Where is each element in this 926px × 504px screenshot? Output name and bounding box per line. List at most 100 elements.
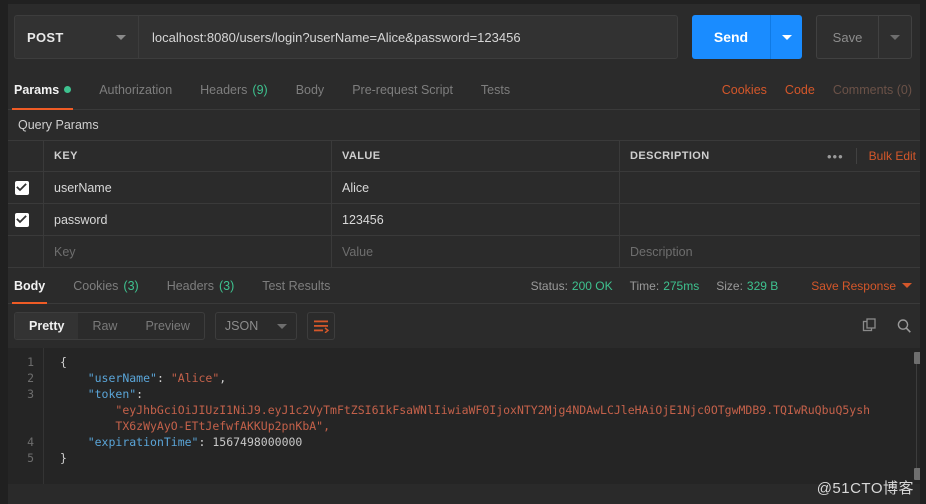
empty-key-placeholder: Key <box>54 244 76 259</box>
response-format-label: JSON <box>224 319 259 333</box>
tab-params-label: Params <box>14 82 60 97</box>
response-format-dropdown[interactable]: JSON <box>214 312 297 340</box>
tab-tests-label: Tests <box>480 82 511 97</box>
copy-button[interactable] <box>862 318 878 334</box>
chevron-down-icon <box>116 34 126 40</box>
time-badge: Time: 275ms <box>630 279 700 293</box>
token-key: "token" <box>87 387 137 401</box>
response-tab-cookies[interactable]: Cookies (3) <box>73 268 153 303</box>
header-description-cell: DESCRIPTION ••• Bulk Edit <box>620 141 926 171</box>
row-checkbox[interactable] <box>14 180 29 195</box>
tab-params[interactable]: Params <box>11 70 86 110</box>
url-text: localhost:8080/users/login?userName=Alic… <box>152 29 521 45</box>
header-description-label: DESCRIPTION <box>630 150 710 162</box>
status-value: 200 OK <box>571 278 613 293</box>
row-checkbox[interactable] <box>14 212 29 227</box>
close-brace: } <box>60 451 67 465</box>
tab-tests[interactable]: Tests <box>481 70 525 109</box>
view-mode-raw[interactable]: Raw <box>78 313 131 339</box>
scrollbar-track <box>916 362 917 470</box>
response-tab-headers[interactable]: Headers (3) <box>167 268 250 303</box>
code-line-5: } <box>60 450 926 466</box>
divider <box>855 148 857 164</box>
send-options-button[interactable] <box>770 15 802 59</box>
copy-icon <box>862 318 876 332</box>
empty-value-placeholder: Value <box>342 244 374 259</box>
row-key-cell[interactable]: password <box>44 204 332 235</box>
save-response-button[interactable]: Save Response <box>811 279 912 293</box>
row-value-cell[interactable]: Alice <box>332 172 620 203</box>
tab-pre-request-script[interactable]: Pre-request Script <box>352 70 468 109</box>
cookies-link[interactable]: Cookies <box>722 70 767 109</box>
send-button[interactable]: Send <box>692 15 770 59</box>
table-row-empty: Key Value Description <box>0 236 926 268</box>
tab-headers-count: (9) <box>252 82 268 97</box>
view-mode-pretty[interactable]: Pretty <box>15 313 79 339</box>
save-button-group: Save <box>816 15 912 59</box>
save-response-label: Save Response <box>811 278 896 293</box>
tab-authorization[interactable]: Authorization <box>99 70 187 109</box>
username-value: "Alice" <box>170 371 220 385</box>
colon: : <box>156 371 171 385</box>
bulk-edit-button[interactable]: Bulk Edit <box>869 149 916 163</box>
response-tab-headers-count: (3) <box>218 278 235 293</box>
time-label: Time: <box>629 278 660 293</box>
empty-key-cell[interactable]: Key <box>44 236 332 267</box>
code-line-3: "token": <box>60 386 926 402</box>
send-button-group: Send <box>692 15 802 59</box>
search-button[interactable] <box>896 318 912 334</box>
response-tab-body[interactable]: Body <box>11 268 60 304</box>
save-button[interactable]: Save <box>816 15 878 59</box>
response-tab-test-results[interactable]: Test Results <box>262 268 345 303</box>
tab-headers[interactable]: Headers (9) <box>200 70 283 109</box>
token-value-part2: TX6zWyAyO-ETtJefwfAKKUp2pnKbA", <box>115 419 331 433</box>
table-row: password 123456 <box>0 204 926 236</box>
size-badge: Size: 329 B <box>716 279 778 293</box>
tab-authorization-label: Authorization <box>99 82 173 97</box>
row-description-cell[interactable] <box>620 204 926 235</box>
empty-description-cell[interactable]: Description <box>620 236 926 267</box>
query-params-table: KEY VALUE DESCRIPTION ••• Bulk Edit user… <box>0 140 926 268</box>
tab-body[interactable]: Body <box>296 70 340 109</box>
chevron-down-icon <box>276 323 287 329</box>
word-wrap-icon <box>313 320 329 333</box>
query-params-title: Query Params <box>0 110 926 140</box>
tab-body-label: Body <box>295 82 325 97</box>
code-link[interactable]: Code <box>785 70 815 109</box>
left-edge <box>0 0 8 504</box>
empty-value-cell[interactable]: Value <box>332 236 620 267</box>
row-value-text: 123456 <box>342 212 384 227</box>
row-key-text: password <box>54 212 108 227</box>
http-method-dropdown[interactable]: POST <box>14 15 138 59</box>
comments-link[interactable]: Comments (0) <box>833 70 912 109</box>
row-key-cell[interactable]: userName <box>44 172 332 203</box>
url-input[interactable]: localhost:8080/users/login?userName=Alic… <box>138 15 678 59</box>
empty-description-placeholder: Description <box>630 244 693 259</box>
size-value: 329 B <box>746 278 779 293</box>
code-line-2: "userName": "Alice", <box>60 370 926 386</box>
row-description-cell[interactable] <box>620 172 926 203</box>
params-modified-dot-icon <box>64 86 72 93</box>
row-value-text: Alice <box>342 180 370 195</box>
response-tab-cookies-count: (3) <box>123 278 139 293</box>
view-mode-switch: Pretty Raw Preview <box>14 312 205 340</box>
code-line-3-wrap-a: "eyJhbGciOiJIUzI1NiJ9.eyJ1c2VyTmFtZSI6Ik… <box>60 402 926 418</box>
comma: , <box>219 371 227 385</box>
status-label: Status: <box>530 278 568 293</box>
row-key-text: userName <box>54 180 112 195</box>
table-actions: ••• Bulk Edit <box>827 148 916 164</box>
row-value-cell[interactable]: 123456 <box>332 204 620 235</box>
more-options-icon[interactable]: ••• <box>827 149 844 164</box>
header-value-label: VALUE <box>342 150 381 162</box>
colon: : <box>198 435 213 449</box>
view-mode-preview[interactable]: Preview <box>131 313 203 339</box>
request-tabs: Params Authorization Headers (9) Body Pr… <box>0 70 926 110</box>
response-tab-test-results-label: Test Results <box>262 278 331 293</box>
response-tab-cookies-label: Cookies <box>73 278 119 293</box>
word-wrap-toggle[interactable] <box>306 312 335 340</box>
username-key: "userName" <box>87 371 157 385</box>
http-method-label: POST <box>27 29 64 45</box>
response-body-viewer[interactable]: 1 2 3 4 5 { "userName": "Alice", "token"… <box>0 348 926 484</box>
save-options-button[interactable] <box>878 15 912 59</box>
time-value: 275ms <box>663 278 700 293</box>
